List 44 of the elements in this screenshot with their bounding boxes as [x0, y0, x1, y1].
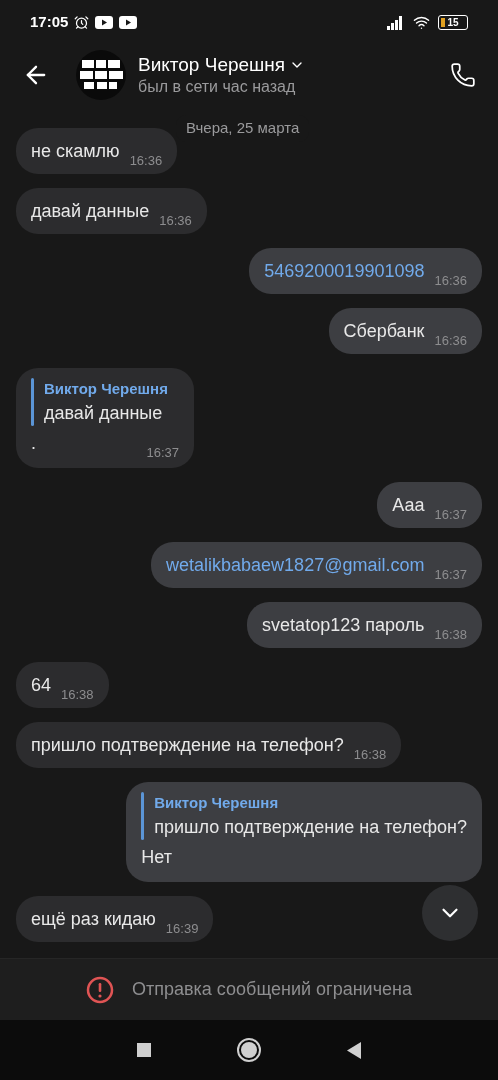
message-time: 16:37 [434, 505, 467, 524]
quote-bar [141, 792, 145, 840]
call-button[interactable] [450, 62, 476, 88]
message-time: 16:39 [165, 919, 199, 938]
quoted-text: давай данные [44, 402, 164, 425]
message-time: 16:36 [434, 331, 467, 350]
message-text: пришло подтверждение на телефон? [31, 734, 344, 757]
message-time: 16:37 [434, 565, 467, 584]
message-time: 16:38 [61, 685, 94, 704]
home-button[interactable] [237, 1038, 261, 1062]
warning-icon [86, 975, 114, 1004]
play-icon [119, 16, 138, 29]
signal-icon [387, 15, 405, 30]
restriction-notice: Отправка сообщений ограничена [132, 978, 412, 1001]
message-text: . [31, 432, 36, 455]
message-text: 5469200019901098 [264, 260, 425, 283]
message-text: давай данные [31, 200, 150, 223]
last-seen-status: был в сети час назад [138, 77, 297, 97]
wifi-icon [413, 14, 430, 31]
quoted-author: Виктор Черешня [154, 793, 280, 813]
message-text: Нет [141, 846, 172, 869]
message-time: 16:38 [353, 745, 387, 764]
battery-icon: 15 [438, 15, 468, 30]
play-icon [95, 16, 114, 29]
contact-name[interactable]: Виктор Черешня [138, 53, 286, 77]
message-text: ещё раз кидаю [31, 908, 156, 931]
quoted-author: Виктор Черешня [44, 379, 168, 399]
quote-bar [31, 378, 34, 426]
message-text: 64 [31, 674, 52, 697]
quoted-text: пришло подтверждение на телефон? [154, 816, 467, 839]
message-time: 16:37 [146, 443, 179, 462]
message-text: Сбербанк [343, 320, 425, 343]
avatar-icon [76, 50, 126, 100]
alarm-icon [74, 15, 90, 30]
message-time: 16:36 [159, 211, 192, 230]
message-time: 16:36 [129, 151, 163, 170]
message-time: 16:38 [434, 625, 467, 644]
clock: 17:05 [30, 12, 69, 33]
message-text: wetalikbabaew1827@gmail.com [166, 554, 425, 577]
message-time: 16:36 [434, 271, 467, 290]
message-text: Ааа [392, 494, 425, 517]
message-text: не скамлю [31, 140, 120, 163]
back-nav-button[interactable] [347, 1041, 361, 1059]
message-text: svetatop123 пароль [262, 614, 425, 637]
